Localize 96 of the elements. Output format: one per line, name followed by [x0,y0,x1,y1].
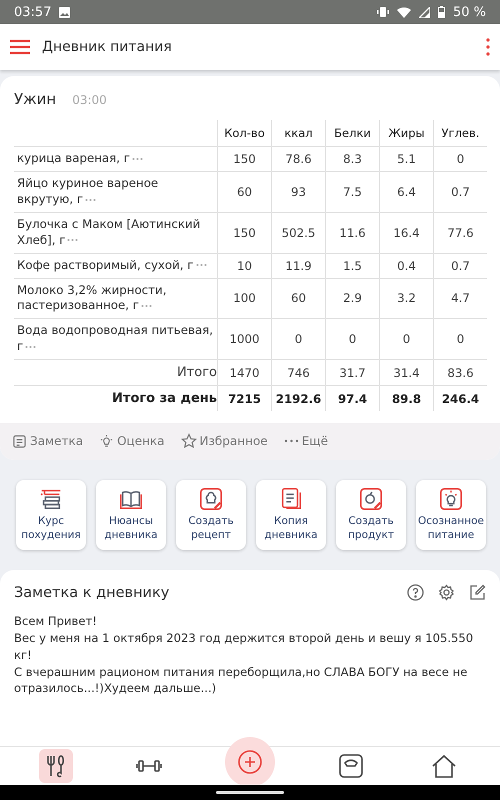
more-icon[interactable] [85,198,96,202]
table-cell: 150 [218,212,272,254]
lightbulb-icon [438,486,464,512]
shortcut-tile[interactable]: Создать продукт [336,480,406,550]
wifi-icon [396,6,411,18]
more-icon[interactable] [67,238,78,242]
more-icon[interactable] [196,263,206,268]
table-cell: 78.6 [272,146,326,172]
table-cell: 150 [218,146,272,172]
add-icon [236,749,263,775]
battery-icon [438,6,445,18]
table-cell: 0 [380,318,434,360]
status-time: 03:57 [14,4,52,20]
table-cell: 2.9 [326,278,380,319]
home-icon [430,753,458,779]
table-cell: 0.7 [434,253,487,278]
meal-name: Ужин [14,90,56,108]
battery-level: 50 % [452,4,486,20]
note-icon [12,434,27,449]
food-name[interactable]: Булочка с Маком [Аютинский Хлеб], г [17,216,213,249]
total-cell: 746 [272,360,326,386]
star-icon [180,433,197,450]
scale-icon [338,753,364,779]
table-cell: 0 [434,318,487,360]
more-icon[interactable] [140,304,152,308]
shortcut-tile[interactable]: Осознанное питание [416,480,486,550]
table-cell: 1.5 [326,253,380,278]
dumbbell-icon [136,757,162,775]
table-cell: 1000 [218,318,272,360]
action-button[interactable]: Избранное [180,433,268,450]
table-cell: 502.5 [272,212,326,254]
table-cell: 0.4 [380,253,434,278]
edit-icon[interactable] [469,584,486,602]
table-cell: 60 [218,171,272,212]
total-cell: 7215 [218,386,272,412]
help-icon[interactable] [407,584,424,602]
table-cell: 4.7 [434,278,487,319]
table-cell: 0 [272,318,326,360]
signal-icon [418,6,430,18]
nav-button[interactable] [39,749,74,783]
shortcut-tile[interactable]: Нюансы дневника [96,480,166,550]
food-name[interactable]: Яйцо куриное вареное вкрутую, г [17,176,213,208]
note-title: Заметка к дневнику [14,584,170,601]
table-cell: 11.9 [272,253,326,278]
column-header: Белки [326,120,380,146]
column-header: Жиры [380,120,434,146]
total-label: Итого [14,360,218,386]
total-label: Итого за день [14,386,218,412]
total-cell: 2192.6 [272,386,326,412]
table-cell: 93 [272,171,326,212]
action-button[interactable]: Заметка [12,433,84,450]
total-cell: 31.7 [326,360,380,386]
table-cell: 3.2 [380,278,434,319]
total-cell: 83.6 [434,360,487,386]
table-cell: 0.7 [434,171,487,212]
food-name[interactable]: Молоко 3,2% жирности, пастеризованное, г [17,282,213,314]
table-cell: 8.3 [326,146,380,172]
table-cell: 11.6 [326,212,380,254]
total-cell: 1470 [218,360,272,386]
table-cell: 0 [434,146,487,172]
column-header: ккал [272,120,326,146]
total-cell: 31.4 [380,360,434,386]
settings-icon[interactable] [438,584,455,602]
table-cell: 6.4 [380,171,434,212]
food-name[interactable]: Вода водопроводная питьевая, г [17,323,213,356]
chef-hat-icon [198,486,224,512]
vibrate-icon [376,7,389,17]
apple-icon [358,486,384,512]
app-title: Дневник питания [42,39,173,55]
meal-time: 03:00 [72,93,107,107]
column-header: Углев. [434,120,487,146]
action-button[interactable]: Оценка [99,433,165,450]
table-cell: 5.1 [380,146,434,172]
table-cell: 10 [218,253,272,278]
total-cell: 97.4 [326,386,380,412]
shortcut-tile[interactable]: Создать рецепт [176,480,246,550]
table-cell: 60 [272,278,326,319]
table-cell: 77.6 [434,212,487,254]
total-cell: 246.4 [434,386,487,412]
table-cell: 16.4 [380,212,434,254]
table-cell: 100 [218,278,272,319]
table-cell: 7.5 [326,171,380,212]
food-name[interactable]: курица вареная, г [17,151,213,167]
more-icon [284,439,299,444]
total-cell: 89.8 [380,386,434,412]
shortcut-tile[interactable]: Курс похудения [16,480,86,550]
more-icon[interactable] [132,156,143,161]
table-cell: 0 [326,318,380,360]
more-icon[interactable] [25,345,36,350]
shortcut-tile[interactable]: Копия дневника [256,480,326,550]
action-button[interactable]: Ещё [284,433,328,450]
image-icon [59,6,70,18]
column-header: Кол-во [218,120,272,146]
lightbulb-icon [99,434,114,449]
food-name[interactable]: Кофе растворимый, сухой, г [17,258,213,274]
note-text: Всем Привет! Вес у меня на 1 октября 2023 год держится второй день и вешу я 105.550 кг! С вчерашним рационом питания переборщила,но СЛАВА БОГУ на весе не отразилось...!)Худеем дальше...) [14,613,474,698]
